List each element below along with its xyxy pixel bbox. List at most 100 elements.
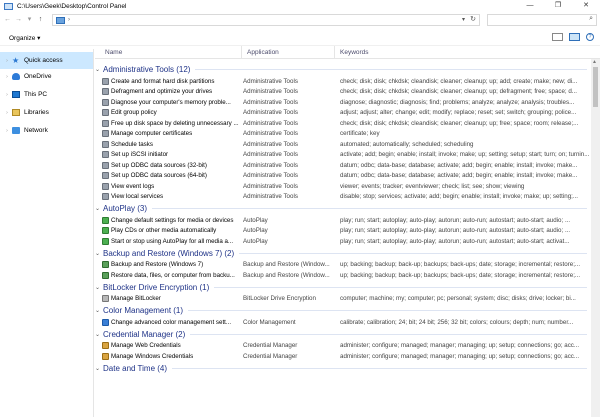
item-name[interactable]: Manage BitLocker <box>111 295 239 302</box>
collapse-chevron-icon[interactable]: ⌄ <box>95 284 103 291</box>
collapse-chevron-icon[interactable]: ⌄ <box>95 365 103 372</box>
star-icon: ★ <box>12 56 20 65</box>
column-application[interactable]: Application <box>247 49 279 56</box>
list-item[interactable]: Play CDs or other media automatically Aut… <box>95 226 589 237</box>
autoplay-icon <box>102 237 109 245</box>
list-item[interactable]: Manage Web Credentials Credential Manager… <box>95 341 589 352</box>
column-divider[interactable] <box>334 46 335 59</box>
item-name[interactable]: Backup and Restore (Windows 7) <box>111 261 239 268</box>
search-input[interactable]: ⌕ <box>487 14 597 26</box>
up-arrow-icon[interactable]: ↑ <box>35 14 46 26</box>
collapse-chevron-icon[interactable]: ⌄ <box>95 66 103 73</box>
refresh-icon[interactable]: ↻ <box>470 15 476 23</box>
item-name[interactable]: Change default settings for media or dev… <box>111 217 239 224</box>
item-name[interactable]: Manage computer certificates <box>111 130 239 137</box>
group-header[interactable]: ⌄ Date and Time (4) <box>95 362 589 375</box>
list-item[interactable]: Set up ODBC data sources (64-bit) Adminis… <box>95 171 589 182</box>
list-item[interactable]: Start or stop using AutoPlay for all med… <box>95 236 589 247</box>
recent-locations-icon[interactable]: ▾ <box>24 14 35 26</box>
expand-chevron-icon[interactable]: › <box>2 92 12 98</box>
item-name[interactable]: Set up ODBC data sources (32-bit) <box>111 162 239 169</box>
group-header[interactable]: ⌄ Credential Manager (2) <box>95 328 589 341</box>
list-item[interactable]: Diagnose your computer's memory proble..… <box>95 97 589 108</box>
expand-chevron-icon[interactable]: › <box>2 74 12 80</box>
item-name[interactable]: Manage Windows Credentials <box>111 353 239 360</box>
close-button[interactable]: ✕ <box>572 0 600 12</box>
item-name[interactable]: Diagnose your computer's memory proble..… <box>111 99 239 106</box>
maximize-button[interactable]: ❐ <box>544 0 572 12</box>
admin-tools-icon <box>102 119 109 127</box>
expand-chevron-icon[interactable]: › <box>2 128 12 134</box>
item-name[interactable]: View event logs <box>111 183 239 190</box>
group-header[interactable]: ⌄ Color Management (1) <box>95 304 589 317</box>
item-name[interactable]: Schedule tasks <box>111 141 239 148</box>
expand-chevron-icon[interactable]: › <box>2 58 12 64</box>
scrollbar-thumb[interactable] <box>593 67 598 107</box>
item-keywords: play; run; start; autoplay; auto-play; a… <box>340 227 571 234</box>
group-header[interactable]: ⌄ Administrative Tools (12) <box>95 63 589 76</box>
group-header[interactable]: ⌄ Backup and Restore (Windows 7) (2) <box>95 247 589 260</box>
list-item[interactable]: Manage Windows Credentials Credential Man… <box>95 351 589 362</box>
list-item[interactable]: Set up ODBC data sources (32-bit) Adminis… <box>95 160 589 171</box>
item-name[interactable]: Defragment and optimize your drives <box>111 88 239 95</box>
item-name[interactable]: Create and format hard disk partitions <box>111 78 239 85</box>
admin-tools-icon <box>102 172 109 179</box>
item-name[interactable]: Play CDs or other media automatically <box>111 227 239 234</box>
expand-chevron-icon[interactable]: › <box>2 110 12 116</box>
collapse-chevron-icon[interactable]: ⌄ <box>95 205 103 212</box>
help-icon[interactable]: ? <box>586 33 594 41</box>
item-name[interactable]: Free up disk space by deleting unnecessa… <box>111 120 239 127</box>
nav-item-network[interactable]: › Network <box>0 122 93 139</box>
list-item[interactable]: View local services Administrative Tools d… <box>95 192 589 203</box>
forward-arrow-icon[interactable]: → <box>13 14 24 26</box>
item-name[interactable]: Restore data, files, or computer from ba… <box>111 272 239 279</box>
breadcrumb-separator[interactable]: › <box>68 17 70 23</box>
list-item[interactable]: Create and format hard disk partitions Ad… <box>95 76 589 87</box>
admin-tools-icon <box>102 77 109 85</box>
preview-pane-icon[interactable] <box>569 33 580 41</box>
item-keywords: play; run; start; autoplay; auto-play; a… <box>340 216 571 224</box>
collapse-chevron-icon[interactable]: ⌄ <box>95 307 103 314</box>
list-item[interactable]: Manage computer certificates Administrati… <box>95 129 589 140</box>
list-item[interactable]: Change default settings for media or dev… <box>95 215 589 226</box>
item-keywords: check; disk; disk; chkdsk; cleandisk; cl… <box>340 77 578 85</box>
item-application: Backup and Restore (Window... <box>243 261 330 268</box>
nav-item-this-pc[interactable]: › This PC <box>0 86 93 103</box>
item-name[interactable]: View local services <box>111 193 239 200</box>
back-arrow-icon[interactable]: ← <box>2 14 13 26</box>
item-name[interactable]: Set up ODBC data sources (64-bit) <box>111 172 239 179</box>
list-item[interactable]: View event logs Administrative Tools viewe… <box>95 181 589 192</box>
list-item[interactable]: Set up iSCSI initiator Administrative Too… <box>95 150 589 161</box>
item-name[interactable]: Manage Web Credentials <box>111 342 239 349</box>
list-item[interactable]: Restore data, files, or computer from ba… <box>95 270 589 281</box>
address-dropdown-icon[interactable]: ▾ <box>462 16 465 23</box>
window-title: C:\Users\Geek\Desktop\Control Panel <box>17 2 127 10</box>
item-name[interactable]: Start or stop using AutoPlay for all med… <box>111 238 239 245</box>
item-name[interactable]: Change advanced color management sett... <box>111 319 239 326</box>
list-item[interactable]: Edit group policy Administrative Tools adj… <box>95 108 589 119</box>
change-view-icon[interactable] <box>552 33 563 41</box>
column-name[interactable]: Name <box>105 49 122 56</box>
list-item[interactable]: Free up disk space by deleting unnecessa… <box>95 118 589 129</box>
collapse-chevron-icon[interactable]: ⌄ <box>95 331 103 338</box>
scroll-up-icon[interactable]: ▲ <box>592 59 597 65</box>
organize-button[interactable]: Organize ▾ <box>9 34 40 42</box>
group-header[interactable]: ⌄ AutoPlay (3) <box>95 202 589 215</box>
address-bar[interactable]: › ▾ ↻ <box>52 14 480 26</box>
item-name[interactable]: Edit group policy <box>111 109 239 116</box>
minimize-button[interactable]: — <box>516 0 544 12</box>
vertical-scrollbar[interactable]: ▲ <box>591 59 600 417</box>
nav-item-libraries[interactable]: › Libraries <box>0 104 93 121</box>
group-header[interactable]: ⌄ BitLocker Drive Encryption (1) <box>95 281 589 294</box>
nav-item-quick-access[interactable]: › ★ Quick access <box>0 52 93 69</box>
list-item[interactable]: Manage BitLocker BitLocker Drive Encrypti… <box>95 294 589 305</box>
list-item[interactable]: Schedule tasks Administrative Tools automa… <box>95 139 589 150</box>
list-item[interactable]: Defragment and optimize your drives Admin… <box>95 87 589 98</box>
column-divider[interactable] <box>241 46 242 59</box>
list-item[interactable]: Change advanced color management sett...… <box>95 317 589 328</box>
nav-item-onedrive[interactable]: › OneDrive <box>0 68 93 85</box>
collapse-chevron-icon[interactable]: ⌄ <box>95 250 103 257</box>
column-keywords[interactable]: Keywords <box>340 49 369 56</box>
item-name[interactable]: Set up iSCSI initiator <box>111 151 239 158</box>
list-item[interactable]: Backup and Restore (Windows 7) Backup and… <box>95 260 589 271</box>
